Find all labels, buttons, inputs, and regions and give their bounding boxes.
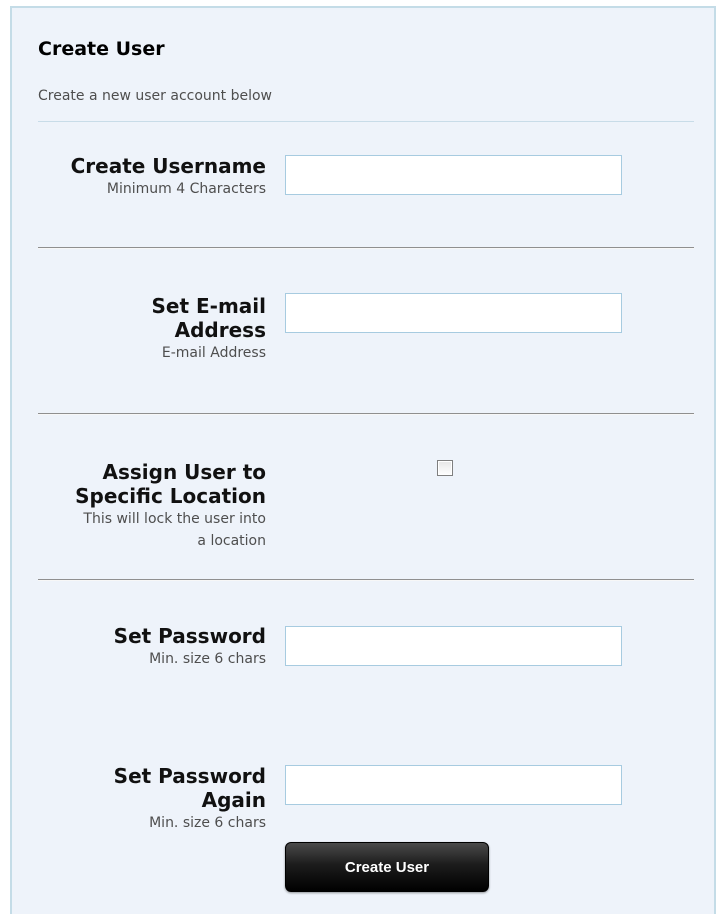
location-label-line1: Assign User to	[102, 460, 267, 484]
create-user-button[interactable]: Create User	[285, 842, 489, 892]
form-title: Create User	[38, 38, 165, 60]
email-label-group: Set E-mail Address E-mail Address	[151, 294, 266, 364]
password-again-hint: Min. size 6 chars	[149, 815, 266, 831]
email-label-line2: Address	[174, 318, 266, 342]
password-again-label-group: Set Password Again Min. size 6 chars	[114, 764, 266, 834]
password-again-label-line1: Set Password	[113, 764, 266, 788]
password-label: Set Password	[113, 624, 266, 648]
assign-location-checkbox[interactable]	[437, 460, 453, 476]
username-label: Create Username	[70, 154, 266, 178]
header-divider	[38, 121, 694, 122]
username-input[interactable]	[285, 155, 622, 195]
section-divider	[38, 247, 694, 249]
password-label-group: Set Password Min. size 6 chars	[114, 624, 266, 670]
password-input[interactable]	[285, 626, 622, 666]
email-input[interactable]	[285, 293, 622, 333]
location-hint-line2: a location	[197, 533, 266, 549]
username-hint: Minimum 4 Characters	[106, 181, 266, 197]
email-hint: E-mail Address	[161, 345, 266, 361]
password-again-label-line2: Again	[201, 788, 266, 812]
create-user-panel: Create User Create a new user account be…	[10, 6, 716, 914]
section-divider	[38, 413, 694, 415]
username-label-group: Create Username Minimum 4 Characters	[71, 154, 266, 200]
email-label-line1: Set E-mail	[151, 294, 266, 318]
location-hint-line1: This will lock the user into	[83, 511, 266, 527]
section-divider	[38, 579, 694, 581]
password-again-input[interactable]	[285, 765, 622, 805]
password-hint: Min. size 6 chars	[149, 651, 266, 667]
form-subtitle: Create a new user account below	[38, 88, 273, 104]
location-label-group: Assign User to Specific Location This wi…	[75, 460, 266, 552]
location-label-line2: Specific Location	[75, 484, 266, 508]
